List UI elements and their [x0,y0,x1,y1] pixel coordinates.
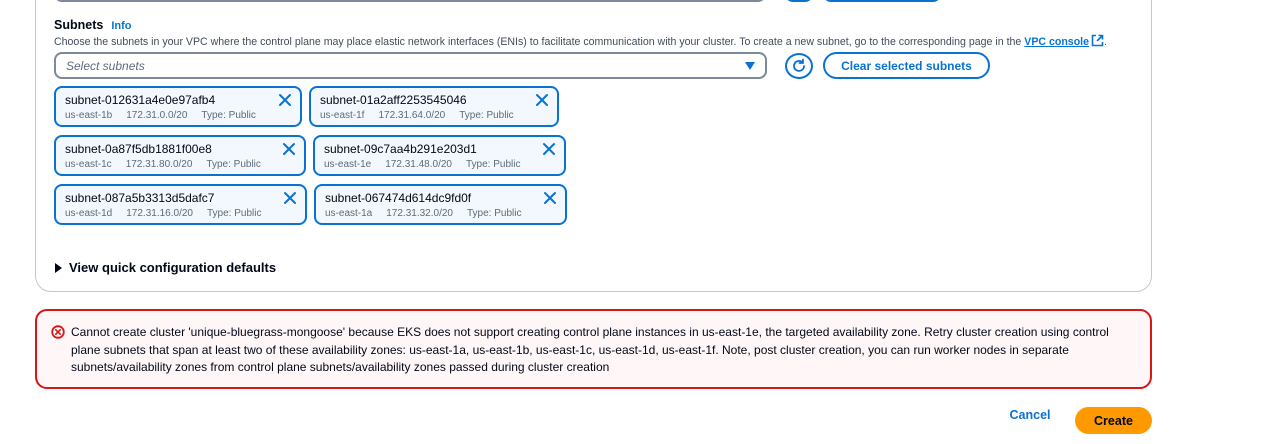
subnet-token: subnet-01a2aff2253545046 us-east-1f 172.… [309,86,559,127]
subnet-token-meta: us-east-1f 172.31.64.0/20 Type: Public [320,110,548,121]
subnets-label: Subnets [54,18,104,32]
subnet-token-meta: us-east-1b 172.31.0.0/20 Type: Public [65,110,291,121]
subnet-token-meta: us-east-1d 172.31.16.0/20 Type: Public [65,208,296,219]
subnet-token-az: us-east-1d [65,208,113,219]
subnet-token-type: Type: Public [465,159,521,170]
quick-config-expander[interactable]: View quick configuration defaults [55,260,276,275]
close-icon[interactable] [543,191,557,205]
subnet-token-name: subnet-012631a4e0e97afb4 [65,93,216,107]
subnet-token-meta: us-east-1a 172.31.32.0/20 Type: Public [325,208,556,219]
subnet-token-name: subnet-087a5b3313d5dafc7 [65,191,215,205]
close-icon[interactable] [535,93,549,107]
subnet-token-type: Type: Public [459,110,514,121]
subnet-token-name: subnet-01a2aff2253545046 [320,93,467,107]
info-link[interactable]: Info [111,20,131,32]
vpc-action-button-partial[interactable] [823,0,941,2]
subnet-token-type: Type: Public [201,110,256,121]
external-link-icon [1091,34,1104,47]
subnet-token-name: subnet-09c7aa4b291e203d1 [324,142,477,156]
cancel-button[interactable]: Cancel [1005,408,1055,422]
subnet-token-az: us-east-1b [65,110,113,121]
close-icon[interactable] [542,142,556,156]
subnet-token-cidr: 172.31.16.0/20 [126,208,193,219]
subnet-token: subnet-087a5b3313d5dafc7 us-east-1d 172.… [54,184,307,225]
subnet-token: subnet-09c7aa4b291e203d1 us-east-1e 172.… [313,135,566,176]
subnet-token: subnet-012631a4e0e97afb4 us-east-1b 172.… [54,86,302,127]
subnet-token-az: us-east-1a [325,208,373,219]
close-icon[interactable] [283,191,297,205]
subnet-token-name: subnet-067474d614dc9fd0f [325,191,472,205]
subnets-select-placeholder: Select subnets [66,58,145,73]
subnets-description: Choose the subnets in your VPC where the… [54,34,1107,48]
subnet-token-az: us-east-1f [320,110,365,121]
subnets-label-row: Subnets Info [54,18,131,32]
refresh-icon [793,58,805,72]
description-end: . [1104,36,1107,48]
vpc-console-link[interactable]: VPC console [1024,34,1104,48]
create-button[interactable]: Create [1075,407,1152,434]
error-alert: Cannot create cluster 'unique-bluegrass-… [35,309,1152,389]
subnet-token-type: Type: Public [206,159,261,170]
clear-selected-subnets-button[interactable]: Clear selected subnets [823,52,990,79]
description-text: Choose the subnets in your VPC where the… [54,36,1022,48]
subnet-token: subnet-067474d614dc9fd0f us-east-1a 172.… [314,184,567,225]
subnet-token-type: Type: Public [466,208,522,219]
subnet-token: subnet-0a87f5db1881f00e8 us-east-1c 172.… [54,135,306,176]
vpc-select-partial[interactable] [54,0,766,2]
close-icon[interactable] [282,142,296,156]
error-status-icon [51,325,65,339]
quick-config-label: View quick configuration defaults [69,260,277,275]
caret-down-icon [745,61,755,70]
subnet-token-name: subnet-0a87f5db1881f00e8 [65,142,212,156]
caret-right-icon [55,262,62,273]
subnet-token-az: us-east-1c [65,159,112,170]
close-icon[interactable] [278,93,292,107]
subnet-token-cidr: 172.31.80.0/20 [125,159,193,170]
subnet-token-meta: us-east-1c 172.31.80.0/20 Type: Public [65,159,295,170]
error-message: Cannot create cluster 'unique-bluegrass-… [71,325,1109,374]
subnet-token-cidr: 172.31.0.0/20 [126,110,188,121]
subnet-token-az: us-east-1e [324,159,372,170]
subnet-token-cidr: 172.31.48.0/20 [385,159,452,170]
refresh-subnets-button[interactable] [785,53,813,79]
subnet-token-meta: us-east-1e 172.31.48.0/20 Type: Public [324,159,555,170]
subnet-token-cidr: 172.31.32.0/20 [386,208,453,219]
subnet-token-type: Type: Public [206,208,262,219]
subnet-token-cidr: 172.31.64.0/20 [378,110,446,121]
subnets-select[interactable]: Select subnets [54,52,767,79]
